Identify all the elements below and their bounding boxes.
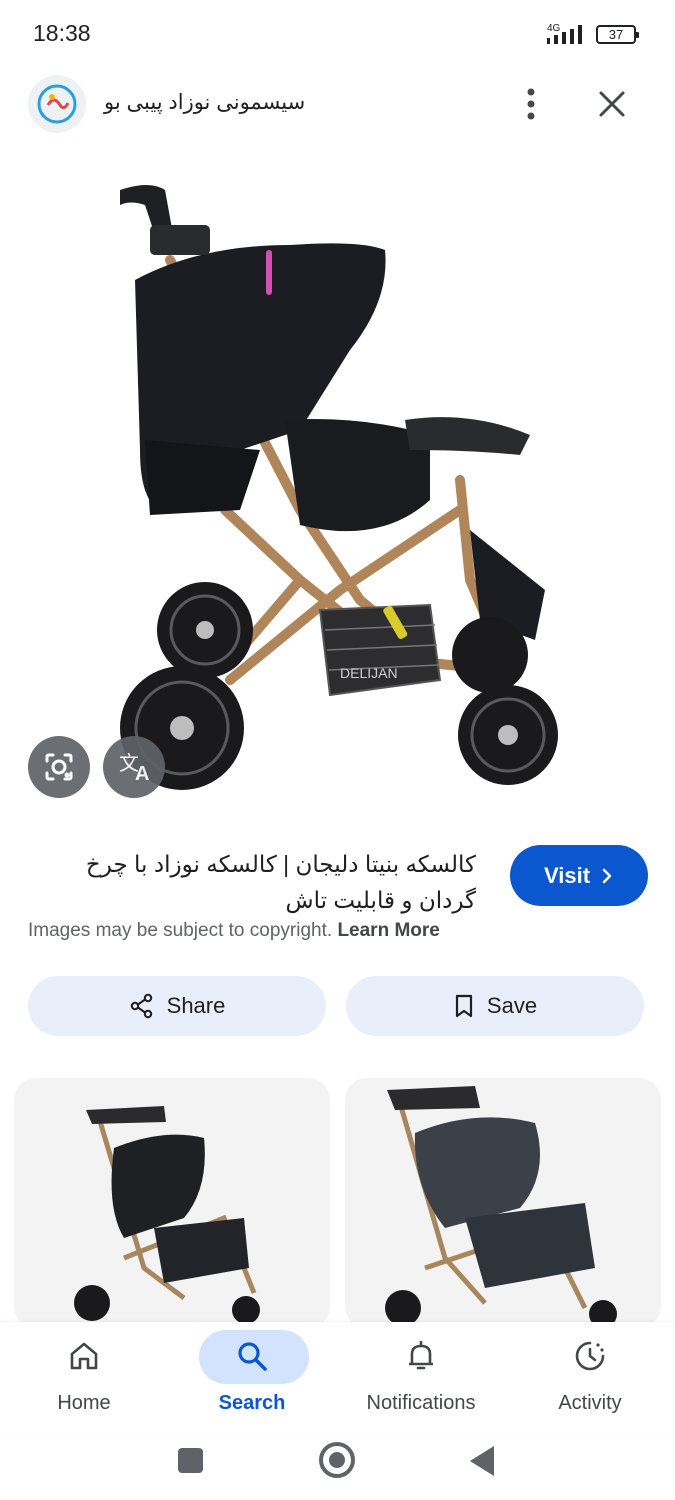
lens-icon: [45, 753, 73, 781]
signal-icon: 4G: [547, 23, 582, 44]
result-title[interactable]: کالسکه بنیتا دلیجان | کالسکه نوزاد با چر…: [28, 846, 476, 918]
status-time: 18:38: [33, 20, 91, 46]
save-label: Save: [486, 993, 538, 1018]
learn-more-link[interactable]: Learn More: [337, 920, 439, 941]
copyright-text: Images may be subject to copyright.: [28, 920, 333, 941]
system-nav-bar: [0, 1432, 675, 1500]
search-icon: [238, 1342, 267, 1371]
nav-activity[interactable]: Activity: [506, 1322, 674, 1432]
home-system-button[interactable]: [319, 1442, 355, 1478]
google-lens-button[interactable]: [28, 736, 90, 798]
brand-label: DELIJAN: [340, 665, 398, 681]
visit-button[interactable]: Visit: [510, 845, 648, 906]
more-vert-icon[interactable]: [516, 84, 546, 124]
share-button[interactable]: Share: [28, 976, 326, 1036]
related-image-1[interactable]: [14, 1078, 330, 1328]
bottom-nav: Home Search Notifications Activity: [0, 1322, 675, 1432]
nav-activity-label: Activity: [558, 1392, 622, 1414]
bell-icon: [409, 1340, 433, 1370]
header: سیسمونی نوزاد پیبی بو: [0, 68, 675, 140]
back-button[interactable]: [470, 1446, 494, 1476]
battery-icon: 37: [596, 25, 639, 44]
visit-label: Visit: [543, 862, 591, 888]
network-type: 4G: [547, 23, 561, 34]
status-bar: 18:38 4G 37: [0, 0, 675, 68]
nav-search-label: Search: [218, 1392, 286, 1414]
translate-icon: 文 A: [119, 751, 149, 785]
share-icon: [130, 993, 152, 1019]
nav-home-label: Home: [57, 1392, 111, 1414]
bookmark-icon: [455, 994, 473, 1018]
battery-level: 37: [608, 27, 624, 42]
share-label: Share: [166, 993, 226, 1018]
save-button[interactable]: Save: [346, 976, 644, 1036]
nav-notifications-label: Notifications: [366, 1392, 476, 1414]
svg-text:A: A: [135, 763, 149, 785]
stroller-image[interactable]: DELIJAN: [0, 150, 675, 810]
copyright-notice: Images may be subject to copyright. Lear…: [28, 920, 440, 942]
close-icon[interactable]: [594, 86, 630, 122]
site-name[interactable]: سیسمونی نوزاد پیبی بو: [104, 90, 305, 115]
home-icon: [70, 1342, 98, 1370]
related-image-2[interactable]: [345, 1078, 661, 1328]
nav-notifications[interactable]: Notifications: [337, 1322, 505, 1432]
nav-home[interactable]: Home: [0, 1322, 168, 1432]
nav-search[interactable]: Search: [168, 1322, 336, 1432]
activity-icon: [575, 1341, 605, 1371]
chevron-right-icon: [602, 868, 612, 883]
site-logo-icon[interactable]: [28, 75, 86, 133]
recents-button[interactable]: [178, 1448, 203, 1473]
translate-button[interactable]: 文 A: [103, 736, 165, 798]
